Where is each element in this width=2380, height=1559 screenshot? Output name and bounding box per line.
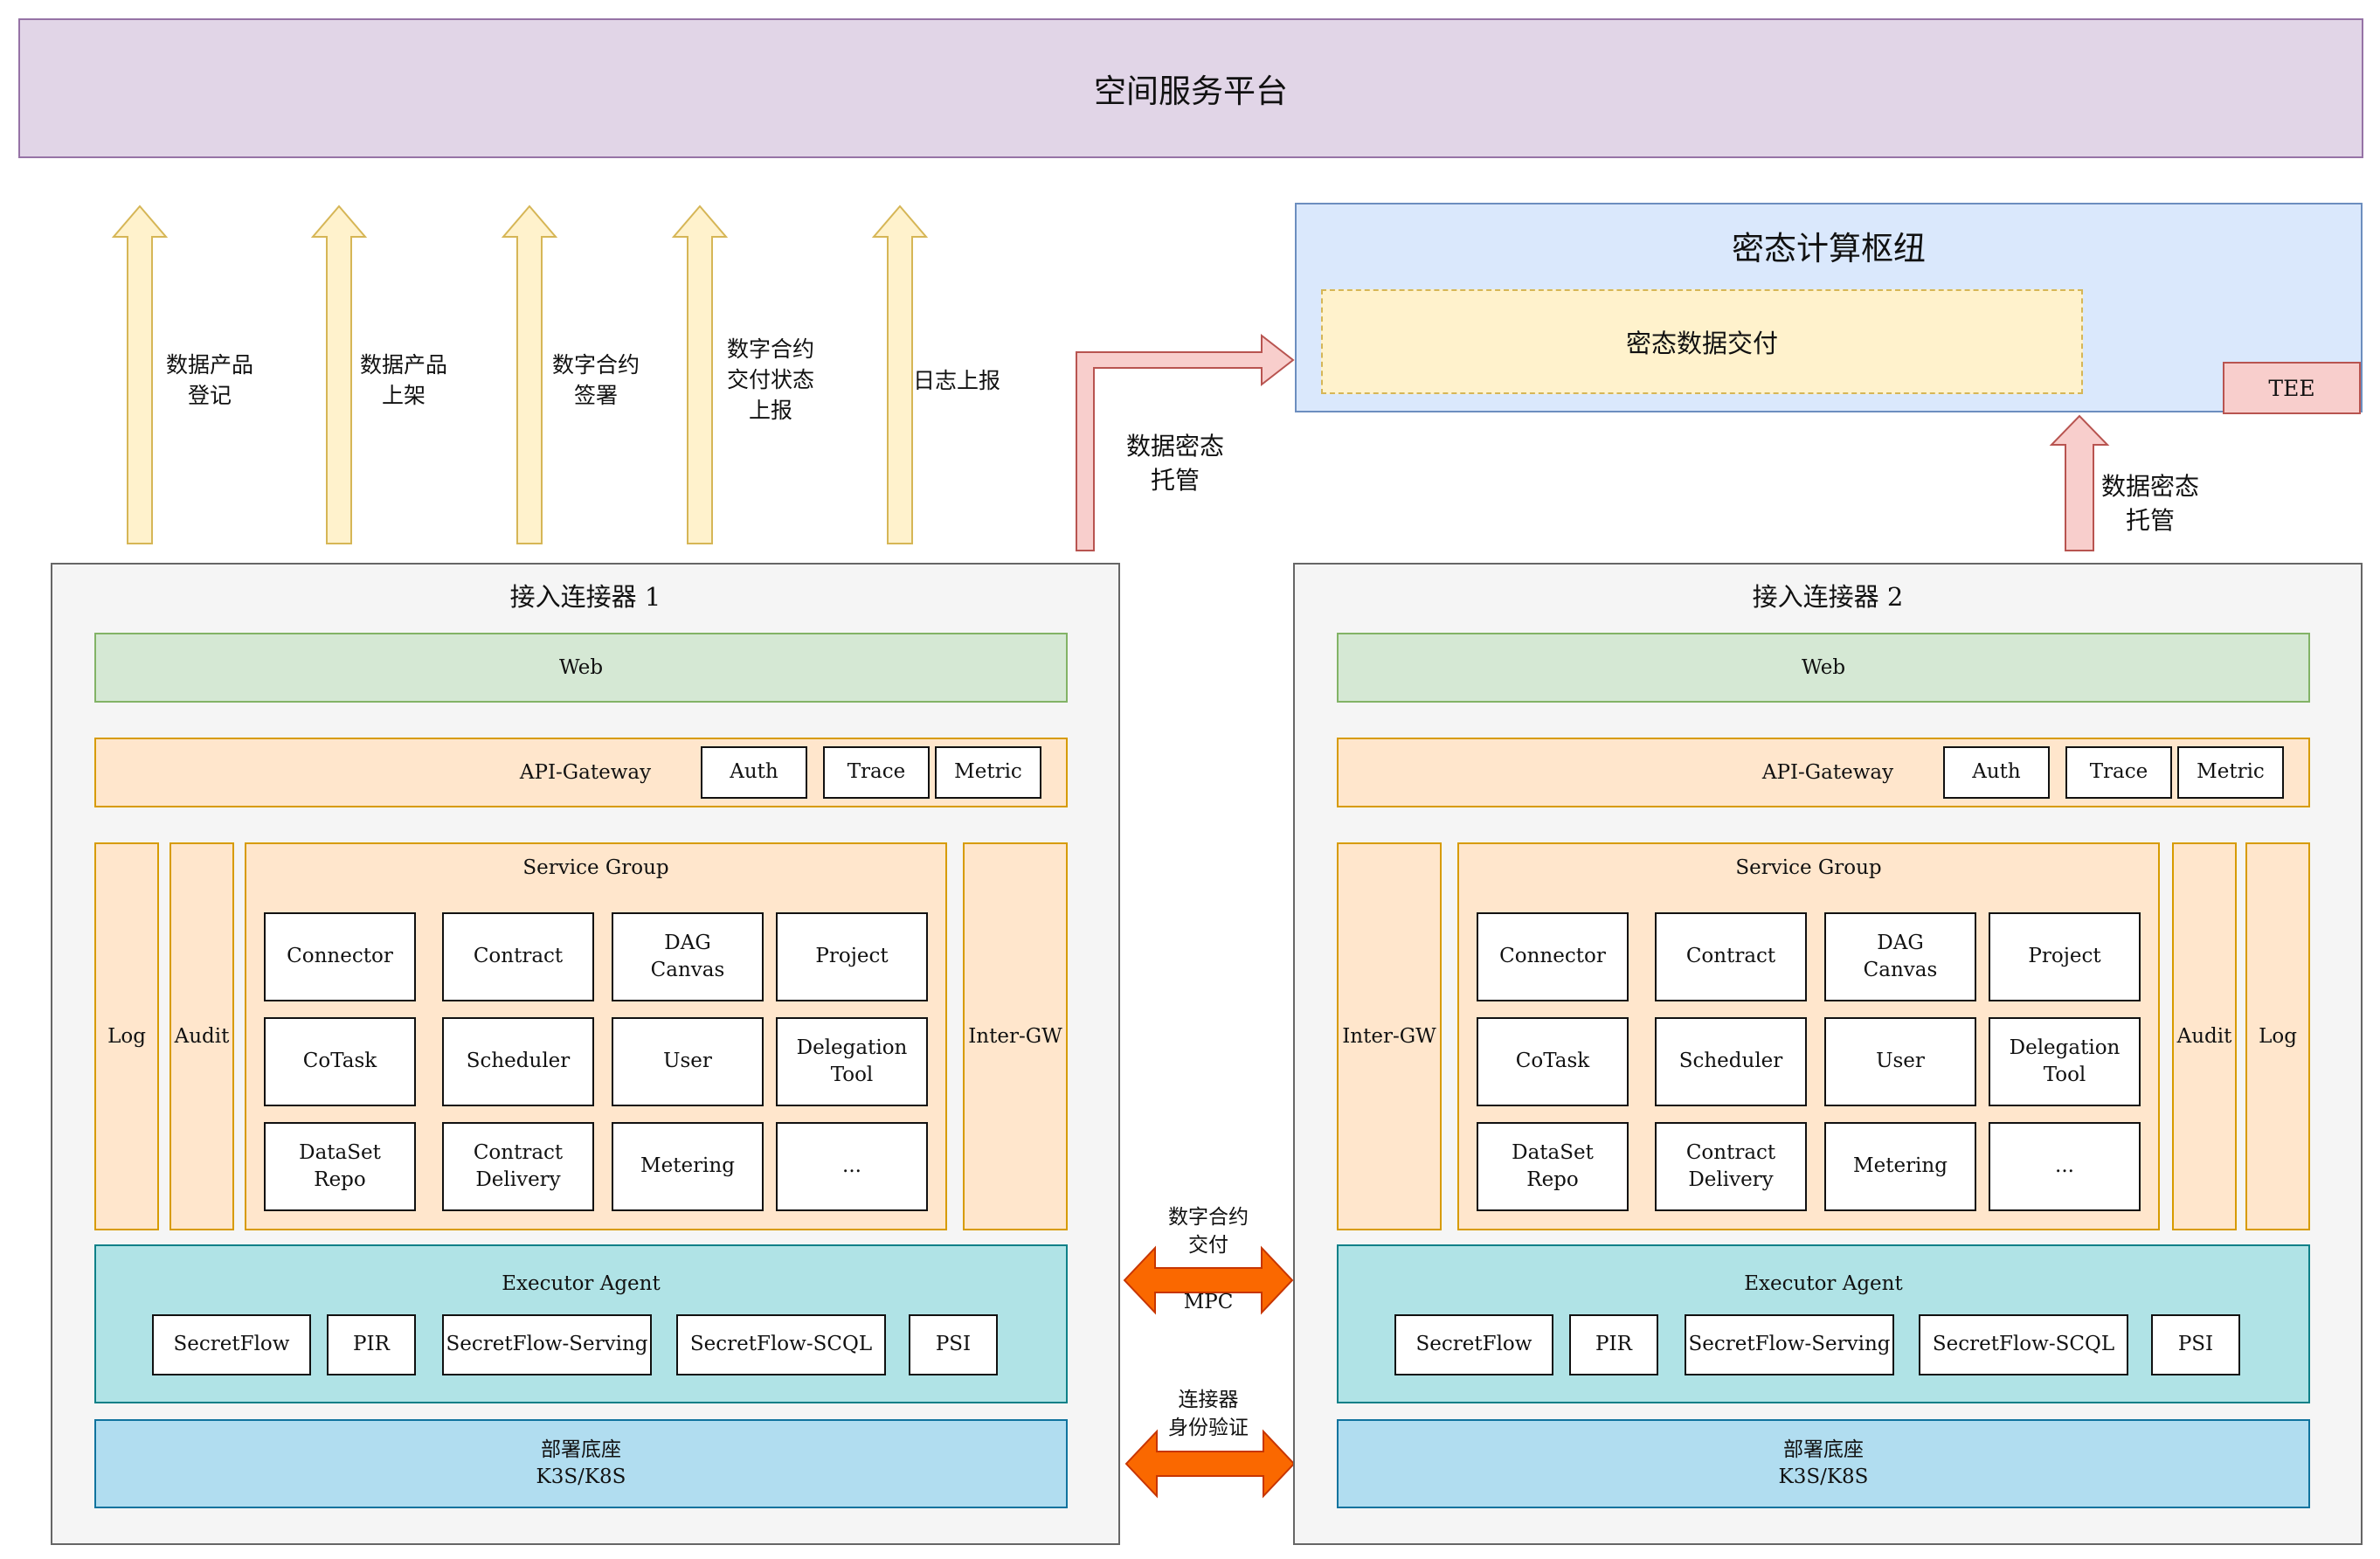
service-group: Service Group Connector Contract DAG Can…: [1457, 842, 2160, 1230]
trace-box: Trace: [823, 746, 930, 799]
connector-title: 接入连接器 1: [509, 582, 661, 612]
service-project: Project: [776, 912, 928, 1001]
executor-secretflow-serving: SecretFlow-Serving: [442, 1314, 652, 1375]
api-gateway-label: API-Gateway: [1761, 761, 1894, 784]
api-gateway-label: API-Gateway: [519, 761, 652, 784]
connector-2: 接入连接器 2 Web API-Gateway Auth Trace Metri…: [1293, 563, 2363, 1545]
executor-psi: PSI: [909, 1314, 998, 1375]
service-cotask: CoTask: [1477, 1017, 1629, 1106]
service-cotask: CoTask: [264, 1017, 416, 1106]
platform-title: 空间服务平台: [1094, 73, 1288, 110]
service-metering: Metering: [612, 1122, 764, 1211]
service-delegation-tool: Delegation Tool: [776, 1017, 928, 1106]
service-group-title: Service Group: [1735, 856, 1882, 879]
service-dag-canvas: DAG Canvas: [612, 912, 764, 1001]
service-contract-delivery: Contract Delivery: [1655, 1122, 1807, 1211]
mpc-hub-title: 密态计算枢纽: [1732, 230, 1926, 267]
executor-secretflow-scql: SecretFlow-SCQL: [1919, 1314, 2128, 1375]
deploy-base: 部署底座 K3S/K8S: [1337, 1419, 2310, 1508]
executor-agent: Executor Agent SecretFlow PIR SecretFlow…: [94, 1244, 1068, 1403]
service-more: ...: [776, 1122, 928, 1211]
executor-agent: Executor Agent SecretFlow PIR SecretFlow…: [1337, 1244, 2310, 1403]
api-gateway: API-Gateway Auth Trace Metric: [1337, 738, 2310, 807]
service-group: Service Group Connector Contract DAG Can…: [245, 842, 947, 1230]
service-dataset-repo: DataSet Repo: [1477, 1122, 1629, 1211]
service-connector: Connector: [264, 912, 416, 1001]
auth-box: Auth: [1943, 746, 2050, 799]
executor-title: Executor Agent: [502, 1272, 661, 1295]
executor-pir: PIR: [327, 1314, 416, 1375]
service-contract-delivery: Contract Delivery: [442, 1122, 594, 1211]
label-register: 数据产品 登记: [165, 352, 253, 408]
inter-gw-column: Inter-GW: [1337, 842, 1442, 1230]
contract-delivery-label: 数字合约 交付: [1168, 1205, 1249, 1257]
mpc-label: MPC: [1183, 1290, 1234, 1313]
service-metering: Metering: [1824, 1122, 1976, 1211]
metric-box: Metric: [935, 746, 1041, 799]
metric-box: Metric: [2177, 746, 2284, 799]
service-dag-canvas: DAG Canvas: [1824, 912, 1976, 1001]
trace-box: Trace: [2065, 746, 2172, 799]
service-dataset-repo: DataSet Repo: [264, 1122, 416, 1211]
service-user: User: [1824, 1017, 1976, 1106]
service-user: User: [612, 1017, 764, 1106]
audit-column: Audit: [2172, 842, 2237, 1230]
executor-pir: PIR: [1569, 1314, 1658, 1375]
label-delivery-status: 数字合约 交付状态 上报: [726, 336, 814, 423]
web-layer: Web: [94, 633, 1068, 703]
platform-banner: 空间服务平台: [18, 18, 2363, 158]
executor-title: Executor Agent: [1744, 1272, 1903, 1295]
executor-secretflow-scql: SecretFlow-SCQL: [676, 1314, 886, 1375]
connector-title: 接入连接器 2: [1752, 582, 1904, 612]
custody-label-left: 数据密态 托管: [1125, 431, 1224, 495]
service-connector: Connector: [1477, 912, 1629, 1001]
audit-column: Audit: [170, 842, 234, 1230]
service-delegation-tool: Delegation Tool: [1989, 1017, 2141, 1106]
custody-label-right: 数据密态 托管: [2100, 471, 2199, 535]
secure-delivery-box: 密态数据交付: [1321, 289, 2083, 394]
tee-label: TEE: [2268, 375, 2315, 401]
tee-box: TEE: [2223, 362, 2361, 414]
service-project: Project: [1989, 912, 2141, 1001]
service-scheduler: Scheduler: [1655, 1017, 1807, 1106]
secure-delivery-label: 密态数据交付: [1625, 329, 1778, 358]
service-contract: Contract: [442, 912, 594, 1001]
service-scheduler: Scheduler: [442, 1017, 594, 1106]
executor-secretflow: SecretFlow: [1394, 1314, 1553, 1375]
executor-secretflow: SecretFlow: [152, 1314, 311, 1375]
label-contract-sign: 数字合约 签署: [551, 352, 640, 408]
label-listing: 数据产品 上架: [359, 352, 447, 408]
identity-verify-label: 连接器 身份验证: [1168, 1388, 1249, 1439]
service-contract: Contract: [1655, 912, 1807, 1001]
executor-secretflow-serving: SecretFlow-Serving: [1685, 1314, 1894, 1375]
web-layer: Web: [1337, 633, 2310, 703]
label-log-report: 日志上报: [912, 367, 1000, 393]
connector-1: 接入连接器 1 Web API-Gateway Auth Trace Metri…: [51, 563, 1120, 1545]
service-more: ...: [1989, 1122, 2141, 1211]
service-group-title: Service Group: [522, 856, 669, 879]
log-column: Log: [2245, 842, 2310, 1230]
deploy-base: 部署底座 K3S/K8S: [94, 1419, 1068, 1508]
auth-box: Auth: [701, 746, 807, 799]
executor-psi: PSI: [2151, 1314, 2240, 1375]
log-column: Log: [94, 842, 159, 1230]
api-gateway: API-Gateway Auth Trace Metric: [94, 738, 1068, 807]
inter-gw-column: Inter-GW: [963, 842, 1068, 1230]
mpc-hub: 密态计算枢纽 密态数据交付 TEE: [1295, 203, 2363, 414]
